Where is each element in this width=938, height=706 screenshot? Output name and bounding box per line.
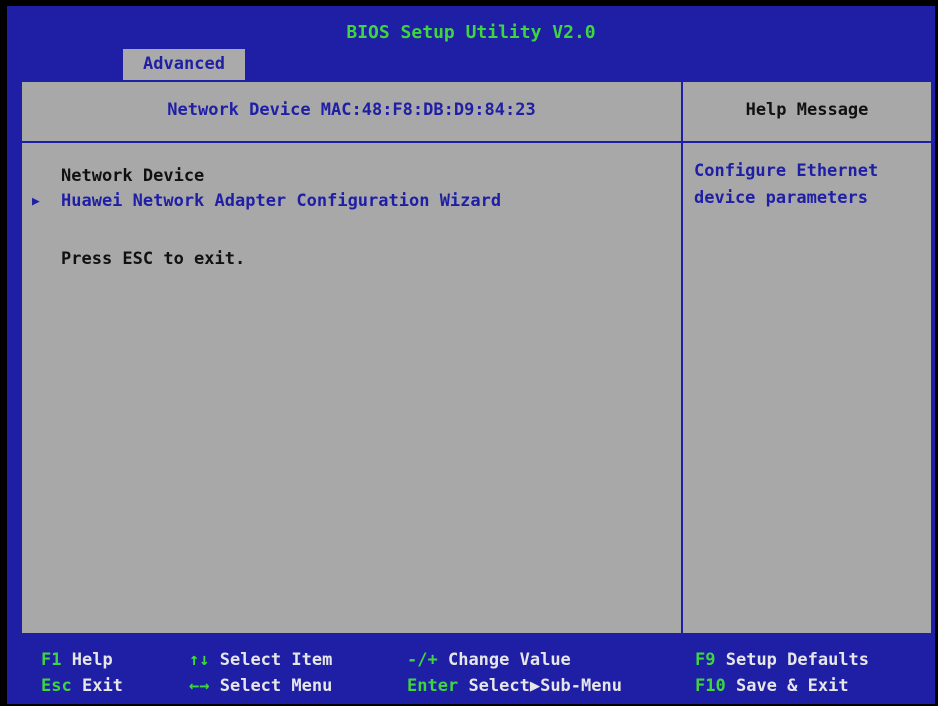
save-exit-label: Save & Exit <box>735 676 849 696</box>
main-panel: Network Device MAC:48:F8:DB:D9:84:23 Hel… <box>20 80 933 635</box>
wizard-label: Huawei Network Adapter Configuration Wiz… <box>61 191 502 211</box>
exit-label: Exit <box>81 676 123 696</box>
left-right-arrows-icon: ←→ <box>189 676 210 696</box>
change-value-label: Change Value <box>447 650 571 670</box>
bios-title: BIOS Setup Utility V2.0 <box>346 22 596 43</box>
setup-defaults-label: Setup Defaults <box>725 650 870 670</box>
tab-advanced[interactable]: Advanced <box>123 49 245 80</box>
esc-hint: Press ESC to exit. <box>61 249 246 269</box>
network-device-mac-header: Network Device MAC:48:F8:DB:D9:84:23 <box>22 82 681 143</box>
footer-exit: Esc Exit <box>41 676 123 696</box>
f1-key: F1 <box>41 650 62 670</box>
footer-select-submenu: Enter Select▶Sub-Menu <box>407 676 622 696</box>
select-submenu-label: Select▶Sub-Menu <box>468 676 622 696</box>
help-message-header: Help Message <box>683 82 931 143</box>
footer-help: F1 Help <box>41 650 113 670</box>
footer-setup-defaults: F9 Setup Defaults <box>695 650 869 670</box>
panel-divider <box>681 82 683 633</box>
f9-key: F9 <box>695 650 716 670</box>
footer-select-item: ↑↓ Select Item <box>189 650 332 670</box>
up-down-arrows-icon: ↑↓ <box>189 650 210 670</box>
key-help-footer: F1 Help ↑↓ Select Item -/+ Change Value … <box>7 642 935 704</box>
select-item-label: Select Item <box>219 650 333 670</box>
submenu-arrow-icon: ▶ <box>32 194 40 209</box>
plus-minus-key: -/+ <box>407 650 438 670</box>
footer-change-value: -/+ Change Value <box>407 650 571 670</box>
bios-screen: BIOS Setup Utility V2.0 Advanced Network… <box>7 6 935 704</box>
enter-key: Enter <box>407 676 459 696</box>
network-device-label: Network Device <box>61 166 205 186</box>
esc-key: Esc <box>41 676 72 696</box>
f10-key: F10 <box>695 676 726 696</box>
select-menu-label: Select Menu <box>219 676 333 696</box>
help-label: Help <box>71 650 113 670</box>
footer-select-menu: ←→ Select Menu <box>189 676 332 696</box>
footer-save-exit: F10 Save & Exit <box>695 676 849 696</box>
help-message-text: Configure Ethernet device parameters <box>694 161 879 208</box>
